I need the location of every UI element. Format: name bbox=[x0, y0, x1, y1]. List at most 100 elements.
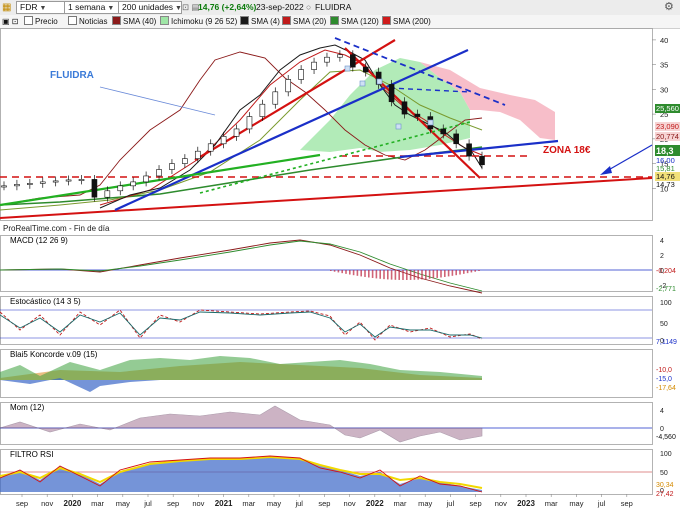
indicator-sma40[interactable]: SMA (40) bbox=[112, 16, 156, 27]
arrow-line bbox=[604, 144, 653, 173]
news-marker-icon bbox=[427, 119, 434, 126]
color-swatch bbox=[160, 16, 169, 25]
indicator-sma120[interactable]: SMA (120) bbox=[330, 16, 379, 27]
news-marker-icon bbox=[395, 123, 402, 130]
macd-bar bbox=[466, 270, 469, 274]
candle-body bbox=[78, 179, 85, 181]
macd-bar bbox=[478, 270, 480, 271]
candle-body bbox=[207, 143, 214, 152]
symbol-selector[interactable]: FDR ▼ bbox=[16, 1, 66, 14]
macd-bar bbox=[421, 270, 423, 280]
macd-title: MACD (12 26 9) bbox=[10, 236, 68, 245]
x-tick-label: mar bbox=[394, 499, 407, 508]
indicator-icons[interactable]: ▣ ⊡ bbox=[2, 16, 18, 27]
indicator-precio[interactable]: Precio bbox=[24, 16, 58, 27]
stoch-tick-label: 50 bbox=[660, 321, 668, 328]
candle-body bbox=[259, 103, 266, 117]
koncorde-areas bbox=[0, 356, 482, 392]
price-tick-label: 35 bbox=[660, 61, 668, 70]
candle-body bbox=[350, 54, 356, 68]
callout-line bbox=[99, 86, 216, 116]
x-tick-label: mar bbox=[545, 499, 558, 508]
stoch-d bbox=[0, 311, 483, 339]
candle-body bbox=[52, 180, 59, 183]
support-line bbox=[0, 177, 653, 219]
indicator-sma4[interactable]: SMA (4) bbox=[240, 16, 280, 27]
indicator-label: Noticias bbox=[79, 17, 108, 26]
color-swatch bbox=[282, 16, 291, 25]
macd-tick-label: 0 bbox=[660, 268, 664, 275]
macd-bar bbox=[409, 270, 412, 280]
source-label: ProRealTime.com - Fin de día bbox=[3, 224, 110, 233]
candle-body bbox=[440, 128, 447, 135]
color-swatch bbox=[382, 16, 391, 25]
green-uptrend bbox=[0, 153, 321, 207]
indicator-noticias[interactable]: Noticias bbox=[68, 16, 107, 27]
units-value: 200 unidades bbox=[122, 2, 174, 12]
macd-bar bbox=[444, 270, 446, 277]
chart-area[interactable]: FLUIDRA ZONA 18€ ProRealTime.com - Fin d… bbox=[0, 28, 680, 509]
macd-bar bbox=[379, 270, 381, 279]
macd-bar bbox=[459, 270, 461, 275]
macd-bar bbox=[432, 270, 435, 279]
indicator-label: SMA (4) bbox=[251, 17, 280, 26]
symbol-value: FDR bbox=[20, 2, 38, 12]
macd-bar bbox=[375, 270, 378, 279]
candle-body bbox=[1, 185, 7, 188]
color-swatch bbox=[112, 16, 121, 25]
chart-type-icon[interactable]: ▦ bbox=[2, 2, 11, 13]
macd-bar bbox=[383, 270, 385, 280]
toolbar-icons[interactable]: ⊡ ▤ bbox=[182, 2, 200, 13]
macd-bar bbox=[440, 270, 442, 278]
indicator-sma20[interactable]: SMA (20) bbox=[282, 16, 326, 27]
macd-bar bbox=[352, 270, 355, 276]
period-value: 1 semana bbox=[68, 2, 106, 12]
candle-body bbox=[285, 79, 292, 93]
indicator-sma200[interactable]: SMA (200) bbox=[382, 16, 431, 27]
price-tick-label: 30 bbox=[660, 85, 668, 94]
x-tick-label: jul bbox=[143, 499, 152, 508]
macd-bar bbox=[402, 270, 404, 280]
price-label-8: 14,73 bbox=[656, 180, 675, 189]
candle-body bbox=[233, 128, 240, 137]
macd-bar bbox=[341, 270, 343, 274]
macd-bar bbox=[337, 270, 340, 273]
candle-body bbox=[39, 181, 46, 184]
stoch-label: 7,1149 bbox=[656, 339, 677, 346]
candle-body bbox=[324, 56, 330, 63]
mom-area bbox=[0, 405, 483, 443]
units-selector[interactable]: 200 unidades ▼ bbox=[118, 1, 182, 14]
macd-bar bbox=[463, 270, 465, 274]
x-tick-label: sep bbox=[16, 499, 28, 508]
gear-icon[interactable]: ⚙ bbox=[664, 1, 676, 13]
macd-bar bbox=[349, 270, 351, 275]
indicator-ichimoku[interactable]: Ichimoku (9 26 52) bbox=[160, 16, 237, 27]
macd-bar bbox=[451, 270, 454, 276]
macd-axis: 4 2 0 -2 bbox=[660, 238, 666, 290]
indicator-label: SMA (20) bbox=[293, 17, 327, 26]
price-label-1: 25,560 bbox=[656, 104, 679, 113]
period-selector[interactable]: 1 semana ▼ bbox=[64, 1, 120, 14]
macd-bar bbox=[356, 270, 359, 276]
indicator-label: Precio bbox=[35, 17, 58, 26]
color-swatch bbox=[330, 16, 339, 25]
x-tick-label: nov bbox=[41, 499, 53, 508]
candle-body bbox=[156, 169, 162, 177]
mom-axis: 40 bbox=[660, 408, 664, 433]
indicator-bar: ▣ ⊡ Precio Noticias SMA (40) Ichimoku (9… bbox=[0, 15, 680, 29]
price-label-4: 18,3 bbox=[656, 146, 674, 156]
rsi-title: FILTRO RSI bbox=[10, 450, 53, 459]
macd-bar bbox=[371, 270, 374, 278]
macd-bar bbox=[428, 270, 431, 279]
candle-body bbox=[104, 190, 111, 198]
koncorde-title: Blai5 Koncorde v.09 (15) bbox=[10, 350, 98, 359]
candle-body bbox=[117, 185, 124, 192]
stoch-k bbox=[0, 309, 483, 341]
indicator-label: Ichimoku (9 26 52) bbox=[171, 17, 238, 26]
candle-body bbox=[169, 163, 175, 170]
ichimoku-cloud bbox=[300, 58, 555, 152]
x-tick-label: sep bbox=[167, 499, 179, 508]
x-tick-label: jul bbox=[294, 499, 303, 508]
candle-body bbox=[466, 143, 472, 157]
macd-bar bbox=[474, 270, 476, 272]
